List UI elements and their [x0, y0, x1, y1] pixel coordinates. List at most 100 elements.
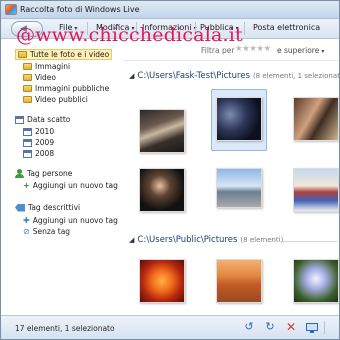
sidebar-item-label: Senza tag: [32, 227, 71, 236]
photo-thumbnail[interactable]: [216, 259, 262, 303]
group-count: (8 elementi): [240, 236, 284, 244]
photo-thumbnail[interactable]: [293, 168, 339, 212]
untagged-icon: ⊘: [23, 227, 30, 236]
sidebar-item-immagini[interactable]: Immagini: [23, 62, 70, 71]
status-text: 17 elementi, 1 selezionato: [15, 324, 115, 333]
group-divider: [271, 241, 337, 242]
folder-icon: [23, 96, 32, 103]
sidebar-item-data-scatto[interactable]: Data scatto: [15, 115, 70, 124]
rating-filter-stars[interactable]: ★★★★★: [235, 44, 271, 54]
menu-posta-elettronica[interactable]: Posta elettronica: [253, 23, 320, 32]
menu-posta-elettronica-label: Posta elettronica: [253, 23, 321, 32]
sidebar-item-year-2009[interactable]: 2009: [23, 138, 54, 147]
delete-icon[interactable]: ✕: [284, 320, 298, 334]
filter-label: Filtra per: [201, 46, 235, 55]
add-descriptive-tag-link[interactable]: ✚ Aggiungi un nuovo tag: [23, 216, 118, 225]
status-bar: 17 elementi, 1 selezionato ↺ ↻ ✕: [1, 315, 339, 339]
sidebar-item-video[interactable]: Video: [23, 73, 56, 82]
slideshow-icon[interactable]: [305, 320, 319, 334]
menu-modifica[interactable]: Modifica ▾: [96, 23, 134, 32]
add-tag-icon: ✚: [23, 216, 30, 225]
add-person-icon: +: [23, 181, 30, 190]
sidebar-item-label: Data scatto: [27, 115, 71, 124]
collapse-triangle-icon[interactable]: ◢: [129, 236, 134, 244]
navigation-pane: Tutte le foto e i video Immagini Video I…: [1, 45, 123, 315]
group-path: C:\Users\Fask-Test\Pictures: [137, 71, 250, 81]
photo-gallery-app-icon: [5, 4, 17, 15]
menu-informazioni[interactable]: Informazioni▾: [142, 23, 197, 32]
photo-thumbnail[interactable]: [139, 168, 185, 212]
photo-thumbnail[interactable]: [139, 259, 185, 303]
calendar-icon: [23, 138, 32, 147]
chevron-down-icon: ▾: [131, 25, 135, 32]
sidebar-item-all-photos[interactable]: Tutte le foto e i video: [15, 49, 113, 60]
calendar-icon: [15, 115, 24, 124]
title-bar: Raccolta foto di Windows Live: [1, 1, 339, 19]
person-icon: [15, 169, 24, 178]
thumbnail-area: ◢ C:\Users\Fask-Test\Pictures (8 element…: [125, 63, 339, 315]
sidebar-item-year-2010[interactable]: 2010: [23, 127, 54, 136]
sidebar-item-label: Video: [35, 73, 57, 82]
rotate-clockwise-icon[interactable]: ↻: [263, 320, 277, 334]
folder-icon: [23, 74, 32, 81]
sidebar-item-label: Aggiungi un nuovo tag: [32, 216, 118, 225]
menu-file-label: File: [59, 23, 73, 32]
back-arrow-icon: ◀: [20, 24, 27, 34]
photo-gallery-window: Raccolta foto di Windows Live ◀ File ▾ Mo…: [0, 0, 340, 340]
chevron-down-icon: ▾: [74, 25, 78, 32]
chevron-down-icon: ▾: [235, 25, 239, 32]
sidebar-item-label: Tag descrittivi: [28, 203, 81, 212]
menu-separator: [244, 22, 245, 35]
group-header-fask-test[interactable]: ◢ C:\Users\Fask-Test\Pictures (8 element…: [129, 71, 339, 81]
menu-informazioni-label: Informazioni: [142, 23, 192, 32]
photo-thumbnail-selected[interactable]: [216, 97, 262, 141]
menu-file[interactable]: File ▾: [59, 23, 77, 32]
rating-filter-dropdown[interactable]: e superiore ▾: [277, 46, 324, 55]
calendar-icon: [23, 127, 32, 136]
sidebar-item-label: 2010: [35, 127, 55, 136]
chevron-down-icon: ▾: [321, 48, 325, 55]
sidebar-item-tag-descrittivi[interactable]: Tag descrittivi: [15, 203, 80, 212]
slideshow-screen: [306, 323, 318, 331]
menu-bar: ◀ File▾ Modifica▾ Informazioni▾ Pubblica…: [1, 19, 339, 39]
photo-thumbnail[interactable]: [139, 109, 185, 153]
folder-icon: [23, 63, 32, 70]
folder-icon: [23, 85, 32, 92]
menu-separator: [195, 22, 196, 35]
sidebar-item-immagini-pubbliche[interactable]: Immagini pubbliche: [23, 84, 109, 93]
sidebar-item-video-pubblici[interactable]: Video pubblici: [23, 95, 88, 104]
group-path: C:\Users\Public\Pictures: [137, 235, 238, 245]
back-button[interactable]: ◀: [11, 21, 43, 37]
rotate-counterclockwise-icon[interactable]: ↺: [242, 320, 256, 334]
sidebar-item-label: Immagini pubbliche: [35, 84, 110, 93]
menu-pubblica-label: Pubblica: [200, 23, 234, 32]
sidebar-item-tag-persone[interactable]: Tag persone: [15, 169, 72, 178]
sidebar-item-year-2008[interactable]: 2008: [23, 149, 54, 158]
window-title: Raccolta foto di Windows Live: [20, 5, 140, 14]
status-separator: [324, 321, 325, 334]
sidebar-item-label: Immagini: [35, 62, 71, 71]
menu-modifica-label: Modifica: [96, 23, 130, 32]
sidebar-item-label: Aggiungi un nuovo tag: [32, 181, 118, 190]
sidebar-item-label: 2009: [35, 138, 55, 147]
menu-separator: [87, 22, 88, 35]
folder-icon: [18, 51, 27, 58]
menu-separator: [136, 22, 137, 35]
photo-thumbnail[interactable]: [293, 97, 339, 141]
calendar-icon: [23, 149, 32, 158]
rating-filter-value: e superiore: [277, 46, 320, 55]
group-header-public[interactable]: ◢ C:\Users\Public\Pictures (8 elementi): [129, 235, 283, 245]
tag-icon: [15, 203, 25, 212]
photo-thumbnail[interactable]: [293, 259, 339, 303]
add-people-tag-link[interactable]: + Aggiungi un nuovo tag: [23, 181, 118, 190]
collapse-triangle-icon[interactable]: ◢: [129, 72, 134, 80]
sidebar-item-senza-tag[interactable]: ⊘ Senza tag: [23, 227, 70, 236]
slideshow-stand: [310, 331, 314, 333]
sidebar-item-label: Tutte le foto e i video: [30, 50, 110, 59]
photo-thumbnail[interactable]: [216, 168, 262, 208]
sidebar-item-label: 2008: [35, 149, 55, 158]
sidebar-item-label: Video pubblici: [35, 95, 88, 104]
menu-pubblica[interactable]: Pubblica ▾: [200, 23, 239, 32]
group-count: (8 elementi, 1 selezionato): [252, 72, 339, 80]
sidebar-item-label: Tag persone: [27, 169, 73, 178]
